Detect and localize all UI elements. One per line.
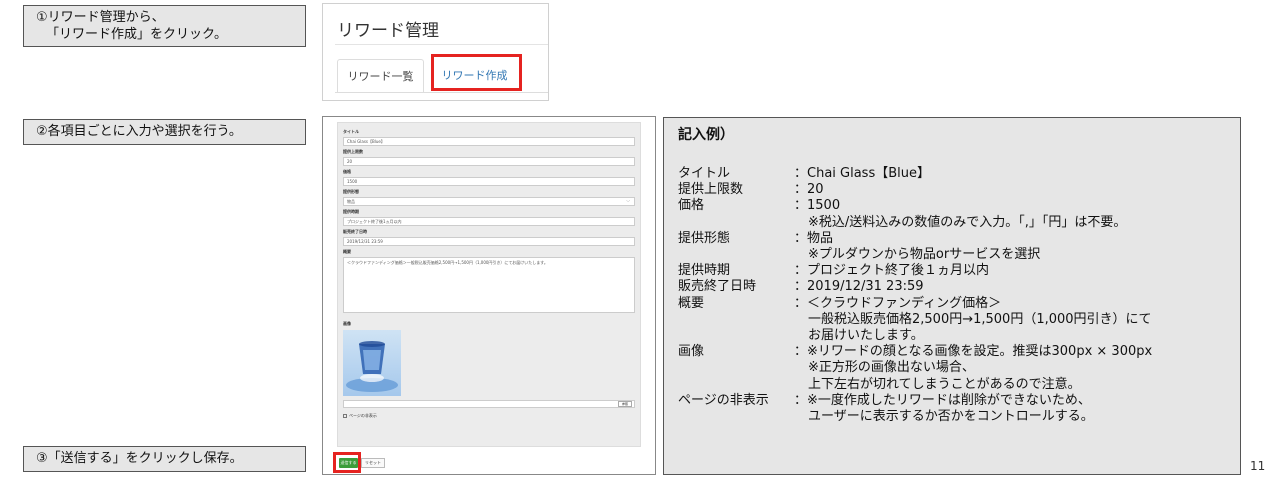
price-label: 価格 bbox=[343, 169, 351, 174]
example-row-value: ：1500 bbox=[794, 198, 841, 214]
file-input[interactable]: 参照 bbox=[343, 400, 635, 408]
example-row-value: 上下左右が切れてしまうことがあるので注意。 bbox=[808, 376, 1081, 392]
example-row-key: 画像 bbox=[678, 344, 705, 360]
price-input[interactable]: 1500 bbox=[343, 177, 635, 186]
limit-input[interactable]: 20 bbox=[343, 157, 635, 166]
end-input[interactable]: 2019/12/31 23:59 bbox=[343, 237, 635, 246]
period-label: 提供時期 bbox=[343, 209, 359, 214]
step2-label: ②各項目ごとに入力や選択を行う。 bbox=[23, 119, 306, 145]
hide-page-checkbox[interactable] bbox=[343, 414, 347, 418]
end-label: 販売終了日時 bbox=[343, 229, 367, 234]
hide-page-checkbox-row[interactable]: ページの非表示 bbox=[343, 413, 635, 419]
image-label: 画像 bbox=[343, 321, 351, 326]
example-heading: 記入例） bbox=[678, 127, 734, 143]
example-row-value: ※税込/送料込みの数値のみで入力。「,」「円」は不要。 bbox=[808, 214, 1127, 230]
example-row-key: 販売終了日時 bbox=[678, 279, 757, 295]
divider bbox=[335, 44, 548, 45]
example-panel: 記入例） タイトル ：Chai Glass【Blue】提供上限数 ：20 価格 ：150… bbox=[663, 117, 1241, 475]
example-row-value: ※プルダウンから物品orサービスを選択 bbox=[808, 247, 1041, 262]
chevron-down-icon: ⌵ bbox=[626, 198, 630, 204]
example-row-key: 提供形態 bbox=[678, 230, 731, 246]
example-row-value: ：20 bbox=[794, 182, 824, 198]
step1-line1: ①リワード管理から、 bbox=[36, 10, 165, 25]
title-input[interactable]: Chai Glass【Blue】 bbox=[343, 137, 635, 146]
reward-form-panel: タイトル Chai Glass【Blue】 提供上限数 20 価格 1500 提… bbox=[322, 116, 656, 475]
example-row-value: ：＜クラウドファンディング価格＞ bbox=[794, 295, 1002, 311]
tab-reward-list[interactable]: リワード一覧 bbox=[337, 59, 424, 92]
file-browse-button[interactable]: 参照 bbox=[618, 401, 632, 407]
page-number: 11 bbox=[1250, 459, 1266, 473]
example-row-value: ユーザーに表示するか否かをコントロールする。 bbox=[808, 409, 1094, 424]
page-title: リワード管理 bbox=[337, 21, 439, 41]
limit-label: 提供上限数 bbox=[343, 149, 363, 154]
example-row-key: 提供上限数 bbox=[678, 182, 744, 198]
type-label: 提供形態 bbox=[343, 189, 359, 194]
reward-admin-panel: リワード管理 リワード一覧 リワード作成 bbox=[322, 3, 549, 101]
title-label: タイトル bbox=[343, 129, 359, 134]
example-row-value: ※正方形の画像出ない場合、 bbox=[808, 360, 975, 376]
example-row-value: お届けいたします。 bbox=[808, 328, 924, 343]
step1-label: ①リワード管理から、 「リワード作成」をクリック。 bbox=[23, 5, 306, 47]
example-row-value: ：※一度作成したリワードは削除ができないため、 bbox=[794, 392, 1091, 408]
reward-image bbox=[343, 330, 401, 396]
submit-highlight-box bbox=[333, 452, 361, 473]
example-row-key: 価格 bbox=[678, 198, 705, 214]
summary-label: 概要 bbox=[343, 249, 351, 254]
example-row-key: 概要 bbox=[678, 295, 705, 311]
example-row-value: 一般税込販売価格2,500円→1,500円（1,000円引き）にて bbox=[808, 311, 1152, 327]
example-row-value: ：Chai Glass【Blue】 bbox=[794, 166, 930, 181]
step1-line2: 「リワード作成」をクリック。 bbox=[46, 27, 227, 42]
reset-button[interactable]: リセット bbox=[361, 458, 385, 468]
example-row-value: ：※リワードの顔となる画像を設定。推奨は300px × 300px bbox=[794, 344, 1153, 360]
example-row-value: ：プロジェクト終了後１ヵ月以内 bbox=[794, 263, 990, 279]
highlight-box bbox=[431, 54, 522, 91]
example-row-key: ページの非表示 bbox=[678, 392, 769, 408]
glass-image-icon bbox=[346, 341, 398, 392]
period-input[interactable]: プロジェクト終了後1ヵ月以内 bbox=[343, 217, 635, 226]
type-select-value: 物品 bbox=[347, 199, 355, 204]
example-row-key: タイトル bbox=[678, 166, 731, 181]
step3-label: ③「送信する」をクリックし保存。 bbox=[23, 446, 306, 472]
example-row-value: ：2019/12/31 23:59 bbox=[794, 279, 924, 295]
example-row-value: ：物品 bbox=[794, 230, 834, 246]
hide-page-label: ページの非表示 bbox=[349, 413, 377, 418]
example-row-key: 提供時期 bbox=[678, 263, 731, 279]
summary-textarea[interactable]: ＜クラウドファンディング価格＞一般税込販売価格2,500円→1,500円（1,0… bbox=[343, 257, 635, 313]
reward-form: タイトル Chai Glass【Blue】 提供上限数 20 価格 1500 提… bbox=[337, 122, 641, 447]
type-select[interactable]: 物品 ⌵ bbox=[343, 197, 635, 206]
